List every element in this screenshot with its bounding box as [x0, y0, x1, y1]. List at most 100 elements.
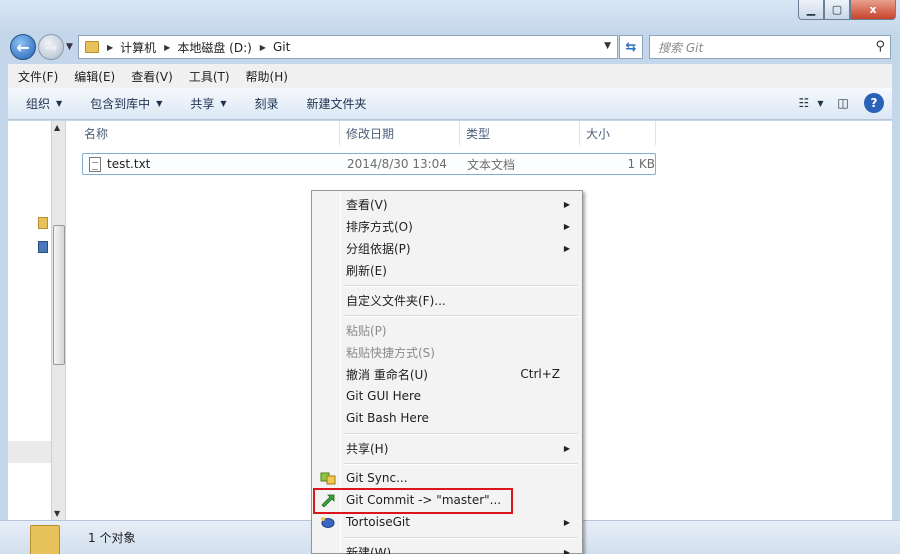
- scrollbar-thumb[interactable]: [53, 225, 65, 365]
- menu-separator: [344, 463, 578, 465]
- menu-item-label: 撤消 重命名(U): [346, 367, 428, 382]
- minimize-button[interactable]: ▁: [798, 0, 824, 20]
- chevron-right-icon[interactable]: ▶: [107, 43, 113, 52]
- new-folder-button[interactable]: 新建文件夹: [307, 95, 367, 112]
- search-icon[interactable]: ⚲: [875, 39, 885, 54]
- menu-bar: 文件(F) 编辑(E) 查看(V) 工具(T) 帮助(H): [8, 64, 892, 88]
- submenu-arrow-icon: ▶: [563, 517, 570, 527]
- file-size: 1 KB: [627, 157, 655, 171]
- menu-separator: [344, 433, 578, 435]
- text-file-icon: [89, 156, 101, 172]
- forward-button[interactable]: →: [38, 34, 64, 60]
- chevron-right-icon[interactable]: ▶: [260, 43, 266, 52]
- tortoisegit-icon: [320, 515, 336, 529]
- menu-item-share[interactable]: 共享(H) ▶: [314, 437, 580, 459]
- forward-arrow-icon: →: [44, 37, 58, 57]
- menu-edit[interactable]: 编辑(E): [74, 68, 115, 85]
- burn-button[interactable]: 刻录: [255, 95, 279, 112]
- menu-item-paste: 粘贴(P): [314, 319, 580, 341]
- column-name[interactable]: 名称: [66, 121, 340, 145]
- maximize-button[interactable]: ▢: [824, 0, 850, 20]
- submenu-arrow-icon: ▶: [563, 243, 570, 253]
- breadcrumb-git[interactable]: Git: [273, 40, 290, 54]
- highlight-annotation: [313, 488, 513, 514]
- address-history-dropdown[interactable]: ▼: [604, 41, 611, 51]
- menu-item-group-by[interactable]: 分组依据(P) ▶: [314, 237, 580, 259]
- submenu-arrow-icon: ▶: [563, 221, 570, 231]
- menu-view[interactable]: 查看(V): [131, 68, 173, 85]
- breadcrumb-computer[interactable]: 计算机: [120, 39, 156, 56]
- back-button[interactable]: ←: [10, 34, 36, 60]
- file-modified: 2014/8/30 13:04: [347, 157, 447, 171]
- burn-label: 刻录: [254, 97, 279, 111]
- refresh-icon: ⇆: [625, 39, 637, 55]
- menu-item-undo-rename[interactable]: 撤消 重命名(U) Ctrl+Z: [314, 363, 580, 385]
- preview-pane-button[interactable]: ◫: [832, 93, 854, 113]
- folder-icon: [85, 41, 99, 53]
- breadcrumb-drive-d[interactable]: 本地磁盘 (D:): [177, 39, 251, 56]
- file-row[interactable]: test.txt 2014/8/30 13:04 文本文档 1 KB: [82, 153, 656, 175]
- file-name: test.txt: [107, 157, 151, 171]
- view-controls: ☷ ▼ ◫ ?: [790, 93, 884, 113]
- share-button[interactable]: 共享 ▼: [190, 95, 226, 112]
- folder-icon[interactable]: [38, 217, 48, 229]
- menu-item-label: 粘贴快捷方式(S): [346, 345, 435, 360]
- menu-item-tortoisegit[interactable]: TortoiseGit ▶: [314, 511, 580, 533]
- new-folder-label: 新建文件夹: [306, 97, 367, 111]
- menu-file[interactable]: 文件(F): [18, 68, 58, 85]
- recent-pages-dropdown[interactable]: ▼: [66, 42, 73, 52]
- menu-item-label: 排序方式(O): [346, 219, 413, 234]
- navigation-bar: ← → ▼ ▶ 计算机 ▶ 本地磁盘 (D:) ▶ Git ▼ ⇆ 搜索 Git…: [0, 32, 900, 62]
- organize-button[interactable]: 组织 ▼: [26, 95, 62, 112]
- menu-item-refresh[interactable]: 刷新(E): [314, 259, 580, 281]
- menu-item-label: 查看(V): [346, 197, 388, 212]
- nav-pane-hover-row: [8, 441, 51, 463]
- command-bar: 组织 ▼ 包含到库中 ▼ 共享 ▼ 刻录 新建文件夹 ☷ ▼ ◫ ?: [8, 88, 892, 120]
- column-size[interactable]: 大小: [580, 121, 656, 145]
- chevron-down-icon: ▼: [817, 98, 824, 108]
- scroll-down-icon[interactable]: ▼: [54, 509, 60, 518]
- menu-item-new[interactable]: 新建(W) ▶: [314, 541, 580, 554]
- scroll-up-icon[interactable]: ▲: [54, 123, 60, 132]
- back-arrow-icon: ←: [16, 37, 30, 57]
- help-icon: ?: [870, 96, 878, 110]
- menu-item-git-bash-here[interactable]: Git Bash Here: [314, 407, 580, 429]
- menu-item-paste-shortcut: 粘贴快捷方式(S): [314, 341, 580, 363]
- close-button[interactable]: x: [850, 0, 896, 20]
- change-view-button[interactable]: ☷ ▼: [799, 93, 824, 113]
- menu-item-label: Git GUI Here: [346, 389, 422, 403]
- column-type[interactable]: 类型: [460, 121, 580, 145]
- help-button[interactable]: ?: [864, 93, 884, 113]
- network-icon[interactable]: [38, 241, 48, 253]
- menu-help[interactable]: 帮助(H): [246, 68, 288, 85]
- nav-pane-scrollbar[interactable]: ▲ ▼: [51, 121, 65, 520]
- chevron-down-icon: ▼: [220, 99, 227, 108]
- refresh-button[interactable]: ⇆: [619, 35, 643, 59]
- window-controls: ▁ ▢ x: [798, 0, 896, 20]
- organize-label: 组织: [26, 97, 51, 111]
- search-input[interactable]: 搜索 Git ⚲: [649, 35, 891, 59]
- menu-item-label: 分组依据(P): [346, 241, 411, 256]
- include-in-library-button[interactable]: 包含到库中 ▼: [90, 95, 162, 112]
- address-bar[interactable]: ▶ 计算机 ▶ 本地磁盘 (D:) ▶ Git ▼: [78, 35, 618, 59]
- submenu-arrow-icon: ▶: [563, 199, 570, 209]
- chevron-right-icon[interactable]: ▶: [164, 43, 170, 52]
- menu-tools[interactable]: 工具(T): [189, 68, 230, 85]
- column-header: 名称 修改日期 类型 大小: [66, 121, 666, 145]
- menu-item-git-sync[interactable]: Git Sync...: [314, 467, 580, 489]
- menu-item-sort-by[interactable]: 排序方式(O) ▶: [314, 215, 580, 237]
- menu-item-label: TortoiseGit: [346, 515, 410, 529]
- menu-item-label: 自定义文件夹(F)...: [346, 293, 446, 308]
- menu-item-git-gui-here[interactable]: Git GUI Here: [314, 385, 580, 407]
- search-placeholder: 搜索 Git: [658, 40, 704, 55]
- menu-separator: [344, 315, 578, 317]
- column-modified[interactable]: 修改日期: [340, 121, 460, 145]
- chevron-down-icon: ▼: [156, 99, 163, 108]
- maximize-icon: ▢: [831, 3, 843, 16]
- navigation-pane: ▲ ▼: [8, 121, 65, 520]
- menu-item-label: 粘贴(P): [346, 323, 387, 338]
- menu-item-customize-folder[interactable]: 自定义文件夹(F)...: [314, 289, 580, 311]
- menu-item-view[interactable]: 查看(V) ▶: [314, 193, 580, 215]
- menu-item-label: 刷新(E): [346, 263, 387, 278]
- breadcrumb: ▶ 计算机 ▶ 本地磁盘 (D:) ▶ Git: [99, 39, 290, 56]
